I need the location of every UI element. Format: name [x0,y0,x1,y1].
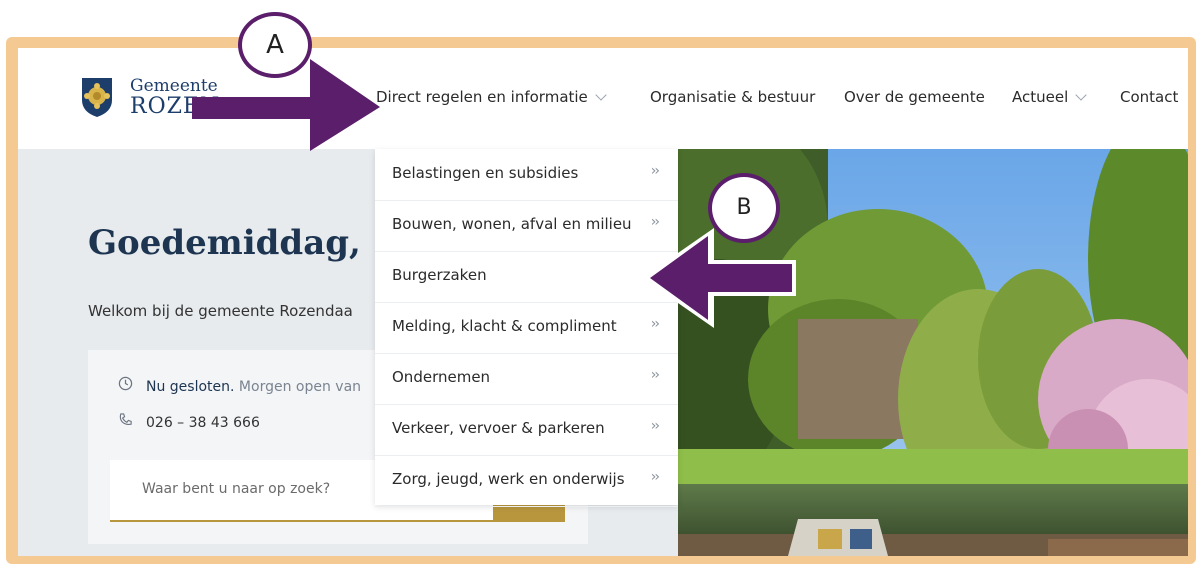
nav-contact[interactable]: Contact [1120,88,1178,106]
double-chevron-right-icon: ›› [650,367,660,383]
nav-direct-regelen[interactable]: Direct regelen en informatie [376,88,607,106]
annotation-label-b: B [708,173,780,243]
phone-icon [118,412,136,431]
menu-item-label: Ondernemen [392,368,491,386]
nav-organisatie[interactable]: Organisatie & bestuur [650,88,815,106]
status-label: Nu gesloten. [146,379,235,395]
menu-item-melding[interactable]: Melding, klacht & compliment ›› [375,302,678,354]
chevron-down-icon [1075,89,1087,101]
menu-item-label: Bouwen, wonen, afval en milieu [392,215,632,233]
menu-item-label: Verkeer, vervoer & parkeren [392,419,605,437]
nav-label: Over de gemeente [844,88,985,106]
nav-actueel[interactable]: Actueel [1012,88,1087,106]
phone-number[interactable]: 026 – 38 43 666 [146,415,260,431]
dropdown-menu: Belastingen en subsidies ›› Bouwen, wone… [375,149,678,507]
double-chevron-right-icon: ›› [650,163,660,179]
nav-label: Actueel [1012,88,1069,106]
menu-item-verkeer[interactable]: Verkeer, vervoer & parkeren ›› [375,404,678,456]
menu-item-ondernemen[interactable]: Ondernemen ›› [375,353,678,405]
annotation-arrow-b [642,228,796,328]
phone-row: 026 – 38 43 666 [118,412,260,431]
double-chevron-right-icon: ›› [650,418,660,434]
coat-of-arms-logo[interactable] [80,76,114,118]
menu-item-belastingen[interactable]: Belastingen en subsidies ›› [375,149,678,201]
status-detail: Morgen open van [234,379,362,395]
menu-item-bouwen[interactable]: Bouwen, wonen, afval en milieu ›› [375,200,678,252]
menu-item-label: Burgerzaken [392,266,487,284]
menu-item-label: Melding, klacht & compliment [392,317,617,335]
welcome-text: Welkom bij de gemeente Rozendaa [88,302,353,320]
menu-item-label: Belastingen en subsidies [392,164,579,182]
menu-item-burgerzaken[interactable]: Burgerzaken [375,251,678,303]
opening-status: Nu gesloten. Morgen open van [118,376,361,395]
double-chevron-right-icon: ›› [650,469,660,485]
menu-item-label: Zorg, jeugd, werk en onderwijs [392,470,625,488]
chevron-down-icon [595,89,607,101]
clock-icon [118,376,136,395]
nav-label: Direct regelen en informatie [376,88,588,106]
nav-label: Organisatie & bestuur [650,88,816,106]
annotation-label-a: A [238,12,312,78]
nav-over-de-gemeente[interactable]: Over de gemeente [844,88,985,106]
greeting-heading: Goedemiddag, [88,223,361,263]
nav-label: Contact [1120,88,1179,106]
menu-item-zorg[interactable]: Zorg, jeugd, werk en onderwijs ›› [375,455,678,507]
